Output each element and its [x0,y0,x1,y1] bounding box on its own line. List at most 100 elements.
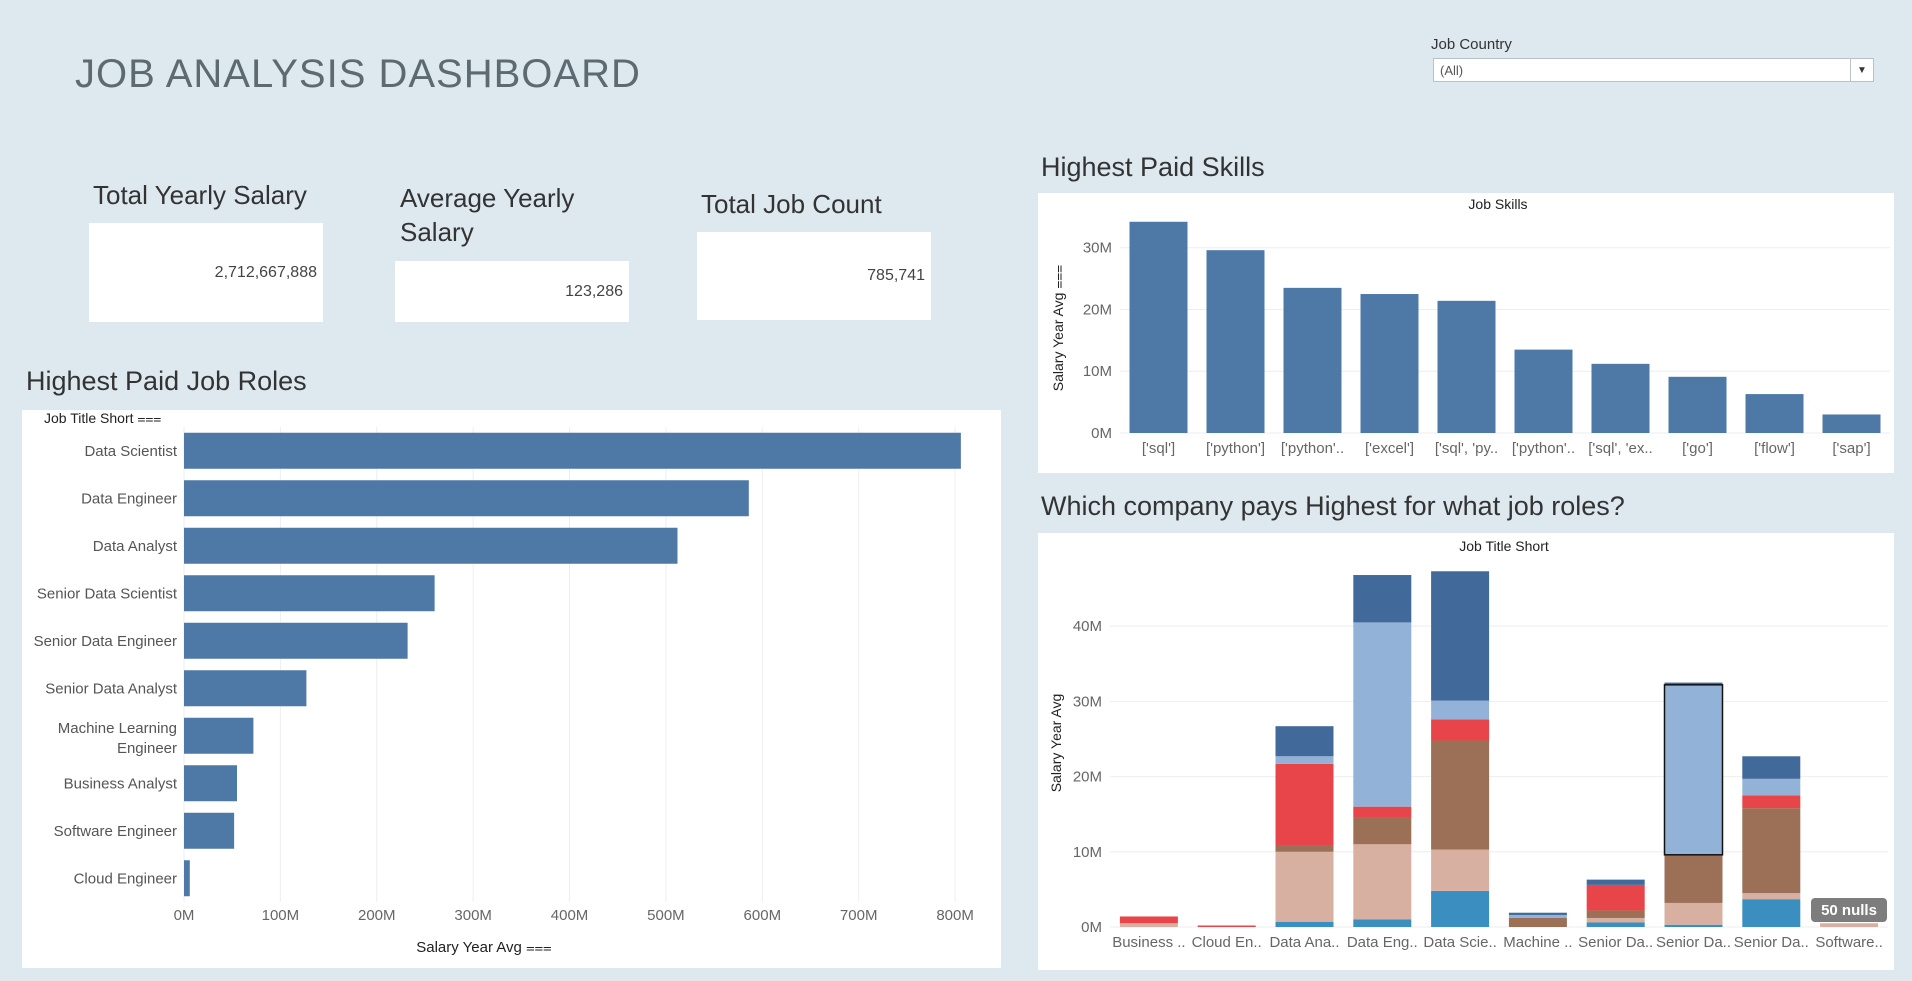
y-tick-label: 10M [1083,363,1112,380]
roles-bar-chart: 0M 100M 200M 300M 400M 500M 600M 700M 800M Job Ti… [34,410,974,956]
kpi-title-job-count: Total Job Count [701,189,882,219]
job-country-dropdown[interactable]: (All) ▼ [1433,58,1874,82]
bar [1591,363,1650,433]
x-tick-label: ['python'.. [1512,440,1575,457]
stack-segment [1664,902,1723,925]
stack-segment [1586,922,1645,927]
x-tick-label: 0M [174,907,195,924]
x-tick-label: 300M [454,907,492,924]
stack-segment [1275,726,1334,757]
kpi-value-average-salary: 123,286 [395,261,629,322]
bar [1745,394,1804,433]
x-tick-label: Data Scie.. [1423,934,1496,951]
x-axis-title: Salary Year Avg ⩶ [416,939,552,956]
stack-segment [1586,910,1645,918]
stack-segment [1586,879,1645,885]
chevron-down-icon[interactable]: ▼ [1850,59,1873,81]
stack-segment [1742,893,1801,900]
nulls-badge-label: 50 nulls [1821,902,1877,919]
y-axis-title: Salary Year Avg [1048,694,1064,793]
x-tick-label: 800M [936,907,974,924]
category-label: Machine Learning [58,720,177,737]
stack-segment [1275,845,1334,852]
x-tick-label: Senior Da.. [1656,934,1731,951]
kpi-value: 2,712,667,888 [214,264,317,281]
stack-segment [1742,795,1801,809]
x-tick-label: ['python'] [1206,440,1265,457]
dropdown-value: (All) [1440,63,1464,78]
y-tick-label: 0M [1091,425,1112,442]
x-tick-label: 400M [551,907,589,924]
category-label: Software Engineer [54,823,177,840]
category-label: Data Scientist [84,443,177,460]
stack-segment [1664,854,1723,903]
x-tick-label: Software.. [1815,934,1883,951]
y-axis-title: Salary Year Avg ⩶ [1050,265,1066,391]
kpi-value-total-salary: 2,712,667,888 [89,223,323,322]
bar [184,527,678,564]
x-tick-label: ['sql'] [1142,440,1175,457]
stack-segment [1353,575,1412,623]
x-tick-label: 500M [647,907,685,924]
bar [1283,287,1342,433]
category-label: Senior Data Scientist [37,585,178,602]
bar [184,480,749,517]
stack-segment [1431,571,1490,701]
skills-section-title: Highest Paid Skills [1041,152,1265,182]
stack-segment [1508,917,1567,927]
bar [184,860,190,897]
stack-segment [1275,851,1334,922]
x-tick-label: ['python'.. [1281,440,1344,457]
x-tick-label: Senior Da.. [1734,934,1809,951]
stack-segment [1586,884,1645,911]
bar [184,717,254,754]
stack-segment [1508,914,1567,918]
x-tick-label: ['sap'] [1832,440,1870,457]
y-tick-label: 20M [1083,301,1112,318]
kpi-value: 123,286 [565,283,623,300]
stack-segment [1742,899,1801,927]
stack-segment [1275,756,1334,764]
x-tick-label: 600M [744,907,782,924]
y-tick-label: 0M [1081,919,1102,936]
x-tick-label: ['sql', 'ex.. [1588,440,1652,457]
dashboard: JOB ANALYSIS DASHBOARD Job Country (All)… [0,0,1912,981]
filter-label: Job Country [1431,36,1512,53]
stack-segment [1431,700,1490,720]
y-tick-label: 30M [1083,240,1112,257]
company-stacked-chart: Job Title Short 0M 10M 20M 30M 40M Salary Year… [1048,538,1888,951]
skills-bar-chart: Job Skills 0M 10M 20M 30M Salary Year Avg ⩶ ['… [1050,196,1890,457]
y-tick-label: 20M [1073,769,1102,786]
stack-segment [1353,622,1412,807]
roles-chart-panel: 0M 100M 200M 300M 400M 500M 600M 700M 800M Job Ti… [22,410,1001,968]
category-label: Engineer [117,740,177,757]
stack-segment [1431,740,1490,850]
x-tick-label: 700M [840,907,878,924]
x-tick-label: Data Eng.. [1347,934,1418,951]
stack-segment [1119,916,1178,924]
x-tick-label: Cloud En.. [1192,934,1262,951]
stack-segment [1586,917,1645,923]
row-header: Job Title Short ⩶ [44,410,161,426]
x-tick-label: ['go'] [1682,440,1713,457]
stack-segment [1353,806,1412,818]
kpi-value: 785,741 [867,267,925,284]
x-tick-label: ['sql', 'py.. [1435,440,1498,457]
stack-segment [1119,923,1178,927]
stack-segment [1275,921,1334,927]
stack-segment [1508,912,1567,915]
bar [1360,294,1419,433]
bar [1514,349,1573,433]
stack-segment [1353,919,1412,927]
x-tick-label: ['excel'] [1365,440,1414,457]
x-tick-label: Business .. [1112,934,1185,951]
stack-segment [1664,924,1723,927]
x-tick-label: Machine .. [1503,934,1572,951]
roles-section-title: Highest Paid Job Roles [26,366,307,396]
stack-segment [1664,684,1723,855]
x-tick-label: ['flow'] [1754,440,1795,457]
stack-segment [1742,808,1801,894]
kpi-title-total-salary: Total Yearly Salary [93,180,307,210]
stack-segment [1431,849,1490,891]
y-tick-label: 30M [1073,693,1102,710]
